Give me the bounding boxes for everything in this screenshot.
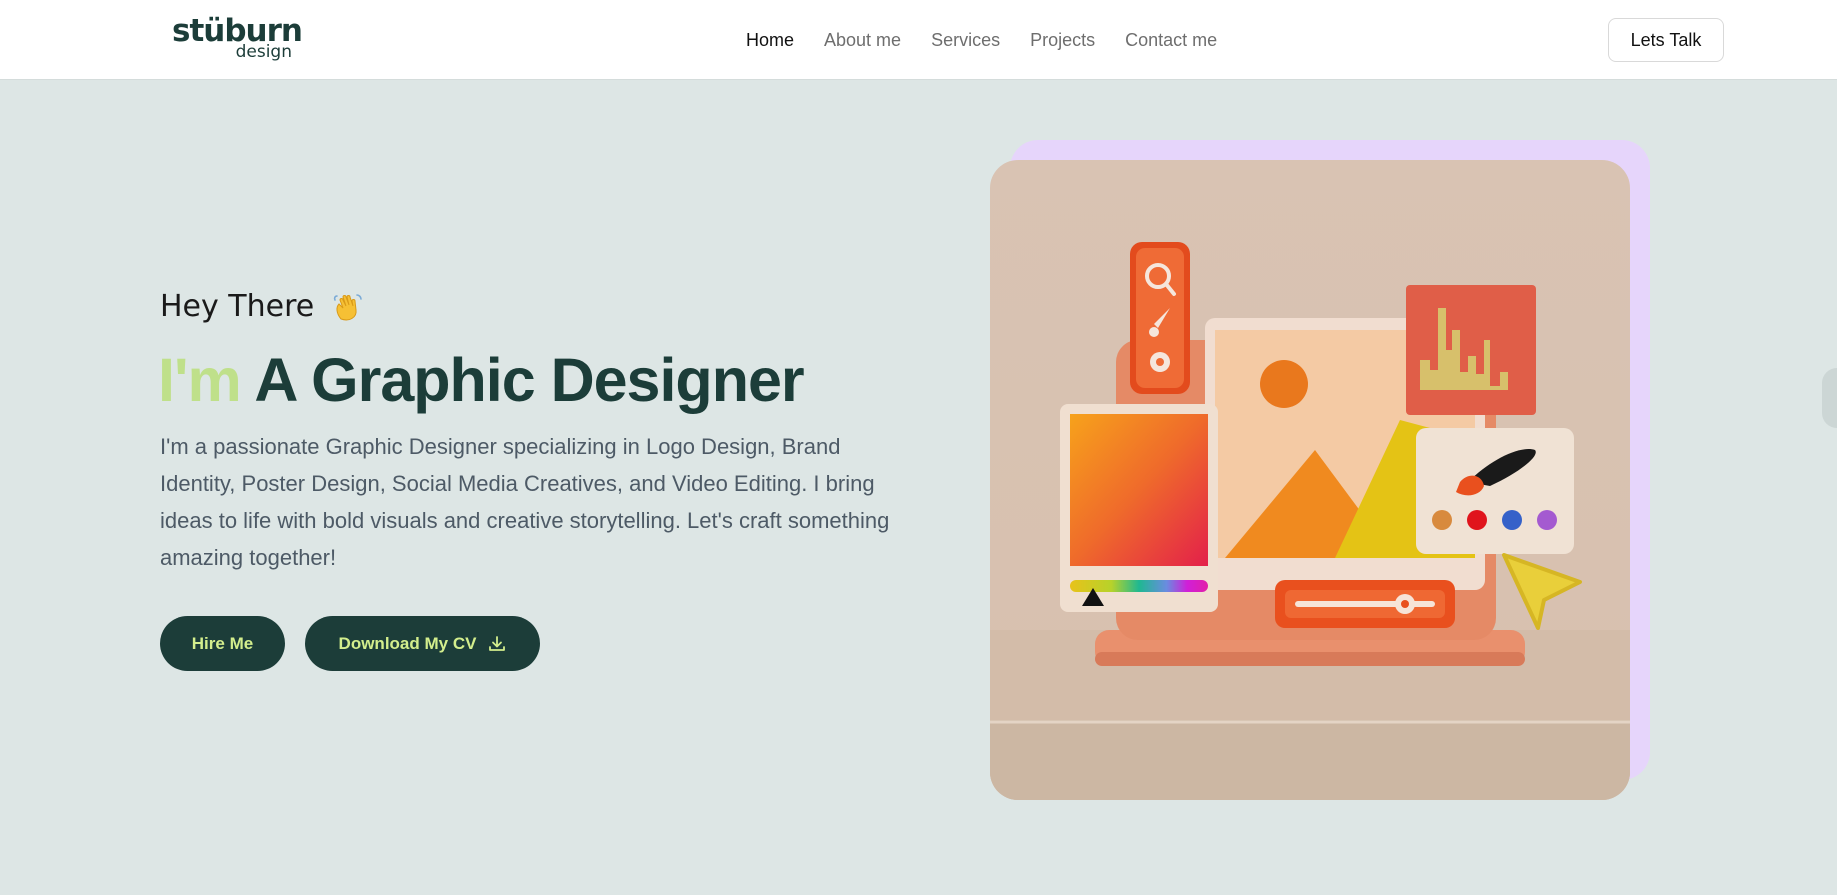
download-icon <box>488 635 506 653</box>
nav-item-services[interactable]: Services <box>931 29 1000 51</box>
hire-me-button[interactable]: Hire Me <box>160 616 285 671</box>
headline-accent: I'm <box>158 346 242 414</box>
hero-headline: I'm A Graphic Designer <box>158 344 805 416</box>
lets-talk-button[interactable]: Lets Talk <box>1608 18 1724 62</box>
greeting-text: Hey There <box>160 289 315 324</box>
main-nav: Home About me Services Projects Contact … <box>746 29 1247 51</box>
edge-scroll-tab[interactable] <box>1822 368 1837 428</box>
download-cv-label: Download My CV <box>338 633 477 653</box>
site-header: stüburn design Home About me Services Pr… <box>0 0 1837 80</box>
download-cv-button[interactable]: Download My CV <box>305 616 540 671</box>
headline-main: A Graphic Designer <box>254 346 804 414</box>
brand-logo[interactable]: stüburn design <box>172 14 303 64</box>
nav-item-about[interactable]: About me <box>824 29 901 51</box>
hero-illustration <box>990 160 1630 800</box>
nav-item-home[interactable]: Home <box>746 29 794 51</box>
nav-item-projects[interactable]: Projects <box>1030 29 1095 51</box>
waving-hand-icon <box>332 291 364 323</box>
nav-item-contact[interactable]: Contact me <box>1125 29 1217 51</box>
hero-greeting: Hey There <box>160 287 364 327</box>
brand-subtitle: design <box>235 42 292 62</box>
hero-description: I'm a passionate Graphic Designer specia… <box>160 434 890 570</box>
